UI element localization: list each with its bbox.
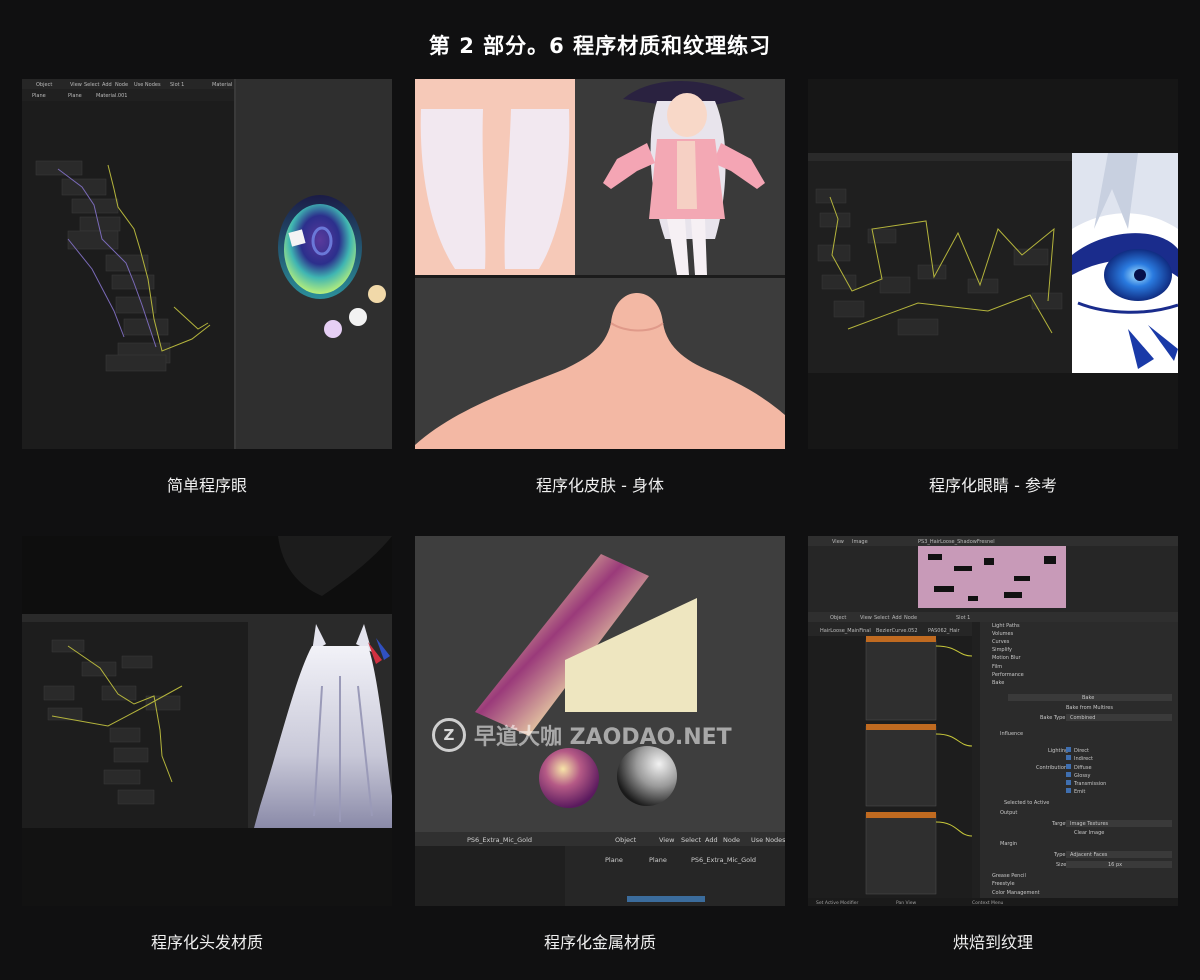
- material-name: PS6_Extra_Mic_Gold: [467, 836, 532, 844]
- svg-text:Lighting: Lighting: [1048, 748, 1068, 754]
- swatch-white: [349, 308, 367, 326]
- svg-text:Light Paths: Light Paths: [992, 623, 1020, 629]
- svg-text:Contributions: Contributions: [1036, 765, 1070, 771]
- svg-text:Diffuse: Diffuse: [1074, 765, 1092, 771]
- svg-text:Selected to Active: Selected to Active: [1004, 800, 1049, 806]
- watermark-text: 早道大咖 ZAODAO.NET: [474, 725, 732, 750]
- swatch-cream: [368, 285, 386, 303]
- svg-text:Bake Type: Bake Type: [1040, 715, 1065, 721]
- eye-node-editor-screenshot: Object View Select Add Node Use Nodes Sl…: [22, 79, 392, 449]
- svg-text:Film: Film: [992, 664, 1002, 670]
- tile-simple-eye[interactable]: Object View Select Add Node Use Nodes Sl…: [22, 79, 392, 449]
- swatch-lavender: [324, 320, 342, 338]
- tile-skin-body[interactable]: [415, 79, 785, 449]
- watermark-logo-icon: Z: [432, 718, 466, 752]
- page-title: 第 2 部分。6 程序材质和纹理练习: [428, 34, 772, 58]
- tile-eye-reference[interactable]: [808, 79, 1178, 449]
- svg-text:Margin: Margin: [1000, 841, 1017, 847]
- svg-text:Glossy: Glossy: [1074, 773, 1091, 779]
- metal-mode-menu: Object: [615, 836, 637, 844]
- svg-text:Motion Blur: Motion Blur: [992, 655, 1022, 661]
- svg-text:Color Management: Color Management: [992, 890, 1040, 896]
- svg-text:Clear Image: Clear Image: [1074, 830, 1104, 836]
- svg-text:Performance: Performance: [992, 672, 1024, 678]
- gold-sphere: [539, 748, 599, 808]
- svg-text:Bake from Multires: Bake from Multires: [1066, 705, 1113, 711]
- skin-render-screenshot: [415, 79, 785, 449]
- svg-text:Grease Pencil: Grease Pencil: [992, 873, 1026, 879]
- svg-text:Target: Target: [1051, 821, 1068, 827]
- svg-text:Set Active Modifier Pan: Set Active Modifier Pan View Context Men…: [816, 900, 1004, 906]
- svg-text:Bake: Bake: [992, 680, 1004, 686]
- caption-simple-eye: 简单程序眼: [166, 476, 247, 495]
- caption-eye-reference: 程序化眼睛 - 参考: [929, 476, 1057, 495]
- metal-sphere: [617, 746, 677, 806]
- svg-text:Curves: Curves: [992, 639, 1010, 645]
- caption-metal-material: 程序化金属材质: [543, 933, 656, 952]
- caption-skin-body: 程序化皮肤 - 身体: [536, 476, 664, 495]
- bake-texture-screenshot: View Image PS3_HairLoose_ShadowFresnel O…: [808, 536, 1178, 906]
- svg-text:Emit: Emit: [1074, 789, 1085, 795]
- caption-bake-texture: 烘焙到纹理: [952, 933, 1033, 952]
- svg-text:Image Textures: Image Textures: [1070, 821, 1109, 827]
- svg-text:Volumes: Volumes: [992, 631, 1014, 637]
- svg-text:Adjacent Faces: Adjacent Faces: [1070, 852, 1108, 858]
- svg-text:Freestyle: Freestyle: [992, 881, 1015, 887]
- image-name: PS3_HairLoose_ShadowFresnel: [918, 539, 995, 545]
- hair-material-screenshot: [22, 536, 392, 906]
- caption-hair-material: 程序化头发材质: [150, 933, 263, 952]
- svg-text:Size: Size: [1056, 862, 1066, 868]
- svg-text:Indirect: Indirect: [1074, 756, 1093, 762]
- tile-bake-texture[interactable]: View Image PS3_HairLoose_ShadowFresnel O…: [808, 536, 1178, 906]
- svg-text:Simplify: Simplify: [992, 647, 1012, 653]
- svg-text:Combined: Combined: [1070, 715, 1095, 721]
- tile-hair-material[interactable]: [22, 536, 392, 906]
- eye-reference-screenshot: [808, 79, 1178, 449]
- svg-text:Bake: Bake: [1082, 695, 1094, 701]
- svg-text:Transmission: Transmission: [1073, 781, 1106, 787]
- eye-mode-menu: Object: [36, 82, 52, 88]
- svg-text:Influence: Influence: [1000, 731, 1023, 737]
- svg-text:Type: Type: [1053, 852, 1065, 858]
- svg-text:Output: Output: [1000, 810, 1017, 816]
- svg-text:16 px: 16 px: [1108, 862, 1122, 868]
- svg-text:Direct: Direct: [1074, 748, 1089, 754]
- watermark: Z 早道大咖 ZAODAO.NET: [432, 718, 732, 752]
